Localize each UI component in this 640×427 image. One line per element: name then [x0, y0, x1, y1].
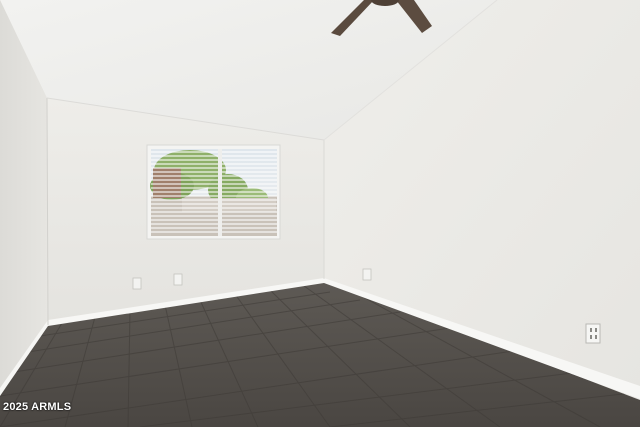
wall-outlet: [362, 268, 372, 281]
wall-outlet: [585, 323, 601, 344]
room-illustration: [0, 0, 640, 427]
room-photo: 2025 ARMLS: [0, 0, 640, 427]
wall-outlet: [132, 277, 142, 290]
wall-outlet: [173, 273, 183, 286]
window-blinds: [151, 151, 277, 233]
watermark: 2025 ARMLS: [3, 401, 72, 413]
window-divider: [218, 149, 222, 236]
window: [146, 144, 281, 240]
